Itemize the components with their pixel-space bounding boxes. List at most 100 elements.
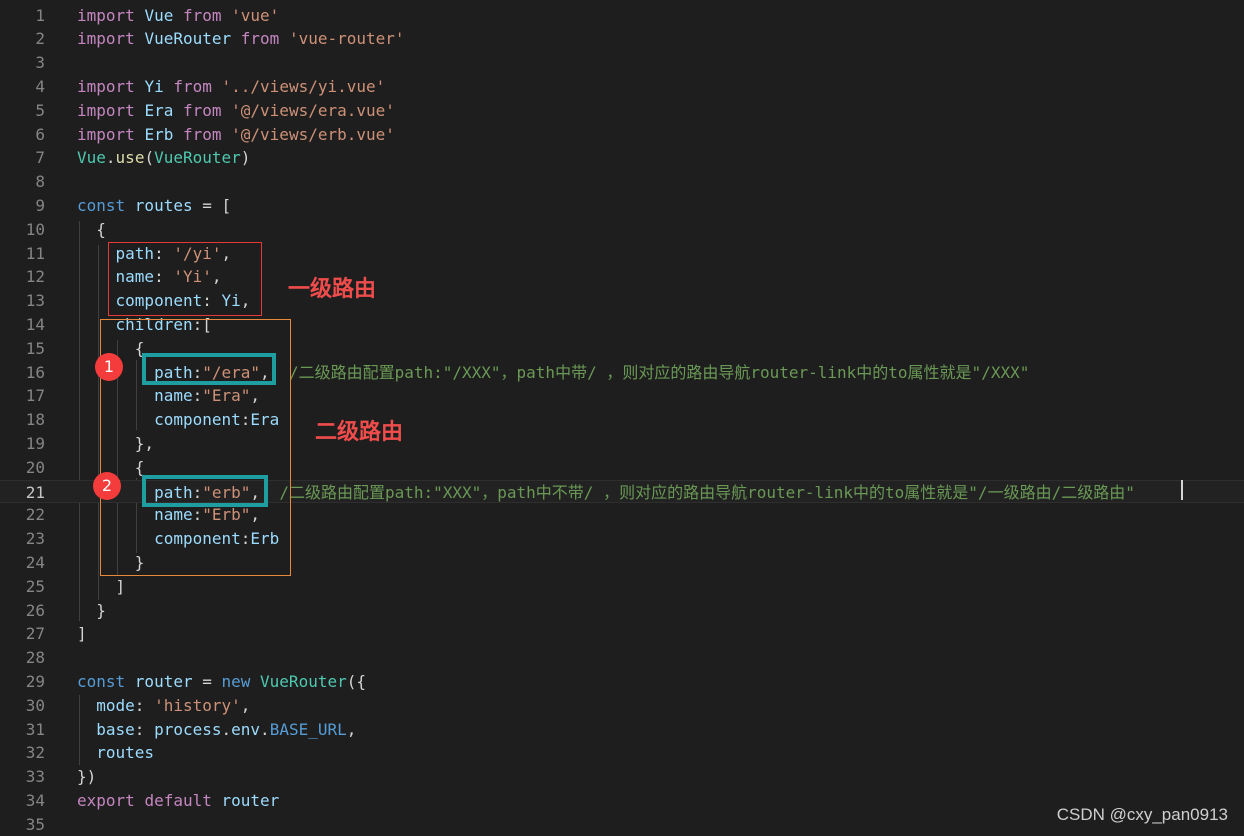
- code-token: BASE_URL: [269, 719, 347, 739]
- code-token: VueRouter: [154, 148, 241, 168]
- code-token: Vue: [77, 148, 106, 168]
- line-code[interactable]: Vue.use(VueRouter): [77, 146, 250, 170]
- line-code[interactable]: mode: 'history',: [77, 694, 250, 718]
- code-token: ]: [77, 624, 87, 644]
- code-line[interactable]: 33}): [0, 765, 1244, 789]
- line-number: 9: [35, 195, 45, 215]
- code-line[interactable]: 27]: [0, 622, 1244, 646]
- code-line[interactable]: 29 const router = new VueRouter({: [0, 670, 1244, 694]
- line-number: 2: [35, 29, 45, 49]
- line-code[interactable]: import Yi from '../views/yi.vue': [77, 75, 385, 99]
- code-token: :: [134, 719, 155, 739]
- line-number: 23: [25, 529, 45, 549]
- code-token: .: [260, 719, 270, 739]
- line-code[interactable]: import VueRouter from 'vue-router': [77, 27, 405, 51]
- code-line[interactable]: 10 {: [0, 218, 1244, 242]
- line-number: 1: [35, 5, 45, 25]
- code-line[interactable]: 4 import Yi from '../views/yi.vue': [0, 75, 1244, 99]
- code-token: from: [173, 76, 222, 96]
- line-number: 16: [25, 362, 45, 382]
- line-number: 34: [25, 790, 45, 810]
- code-token: from: [182, 124, 232, 144]
- watermark: CSDN @cxy_pan0913: [1056, 805, 1228, 824]
- line-number: 20: [25, 457, 45, 477]
- code-token: :: [134, 695, 155, 715]
- code-token: ]: [77, 576, 126, 596]
- code-token: from: [182, 5, 232, 25]
- line-number: 24: [25, 552, 45, 572]
- line-number: 14: [25, 314, 45, 334]
- line-code[interactable]: ]: [77, 575, 126, 599]
- code-line[interactable]: 1 import Vue from 'vue': [0, 4, 1244, 28]
- code-token: '@/views/era.vue': [231, 100, 395, 120]
- line-number: 26: [25, 600, 45, 620]
- code-line[interactable]: 25 ]: [0, 575, 1244, 599]
- code-token: const: [77, 671, 135, 691]
- line-number: 15: [25, 338, 45, 358]
- path-erb-highlight: [142, 475, 268, 507]
- line-code[interactable]: import Era from '@/views/era.vue': [77, 99, 395, 123]
- code-token: Erb: [144, 124, 183, 144]
- line-code[interactable]: routes: [77, 741, 154, 765]
- code-token: const: [77, 195, 135, 215]
- line-code[interactable]: import Erb from '@/views/erb.vue': [77, 123, 395, 147]
- code-token: (: [144, 148, 155, 168]
- code-token: ): [240, 148, 251, 168]
- code-line[interactable]: 32 routes: [0, 741, 1244, 765]
- line-code[interactable]: base: process.env.BASE_URL,: [77, 718, 356, 742]
- line-number: 25: [25, 576, 45, 596]
- code-token: import: [77, 124, 145, 144]
- level2-route-label: 二级路由: [315, 420, 404, 445]
- code-token: export: [77, 790, 145, 810]
- line-number: 12: [25, 267, 45, 287]
- code-comment: /二级路由配置path:"/XXX"，path中带/ ，则对应的路由导航rout…: [288, 362, 1030, 382]
- line-code[interactable]: }): [77, 765, 96, 789]
- code-token: from: [182, 100, 232, 120]
- code-line[interactable]: 30 mode: 'history',: [0, 694, 1244, 718]
- code-line[interactable]: 3: [0, 51, 1244, 75]
- code-line[interactable]: 31 base: process.env.BASE_URL,: [0, 718, 1244, 742]
- line-number: 30: [25, 695, 45, 715]
- line-number: 33: [25, 767, 45, 787]
- code-token: routes: [77, 743, 155, 763]
- line-number: 31: [25, 719, 45, 739]
- code-line[interactable]: 2 import VueRouter from 'vue-router': [0, 27, 1244, 51]
- line-code[interactable]: {: [77, 218, 106, 242]
- code-line[interactable]: 28: [0, 646, 1244, 670]
- line-number: 19: [25, 433, 45, 453]
- code-line[interactable]: 26 }: [0, 599, 1244, 623]
- line-code[interactable]: import Vue from 'vue': [77, 4, 279, 28]
- line-number: 6: [35, 124, 45, 144]
- code-token: }: [77, 600, 106, 620]
- code-token: .: [221, 719, 232, 739]
- code-token: VueRouter: [144, 29, 241, 49]
- code-token: base: [77, 719, 135, 739]
- path-era-highlight: [142, 353, 276, 385]
- code-token: use: [115, 148, 145, 168]
- line-number: 22: [25, 505, 45, 525]
- code-token: import: [77, 5, 145, 25]
- code-line[interactable]: 5 import Era from '@/views/era.vue': [0, 99, 1244, 123]
- code-token: .: [105, 148, 116, 168]
- code-token: ,: [346, 719, 357, 739]
- badge-one: 1: [95, 353, 123, 381]
- code-line[interactable]: 7 Vue.use(VueRouter): [0, 146, 1244, 170]
- code-token: new: [221, 671, 261, 691]
- code-line[interactable]: 8: [0, 170, 1244, 194]
- code-token: ,: [240, 695, 251, 715]
- code-token: '@/views/erb.vue': [231, 124, 395, 144]
- code-token: =: [202, 671, 222, 691]
- line-number: 18: [25, 410, 45, 430]
- line-code[interactable]: const routes = [: [77, 194, 231, 218]
- line-code[interactable]: }: [77, 599, 106, 623]
- code-line[interactable]: 6 import Erb from '@/views/erb.vue': [0, 123, 1244, 147]
- code-line[interactable]: 9 const routes = [: [0, 194, 1244, 218]
- line-code[interactable]: export default router: [77, 789, 279, 813]
- line-number: 29: [25, 671, 45, 691]
- code-token: '../views/yi.vue': [221, 76, 386, 96]
- line-code[interactable]: const router = new VueRouter({: [77, 670, 366, 694]
- code-token: router: [134, 671, 203, 691]
- line-code[interactable]: ]: [77, 622, 87, 646]
- code-token: Yi: [144, 76, 174, 96]
- line-number: 21: [25, 482, 45, 502]
